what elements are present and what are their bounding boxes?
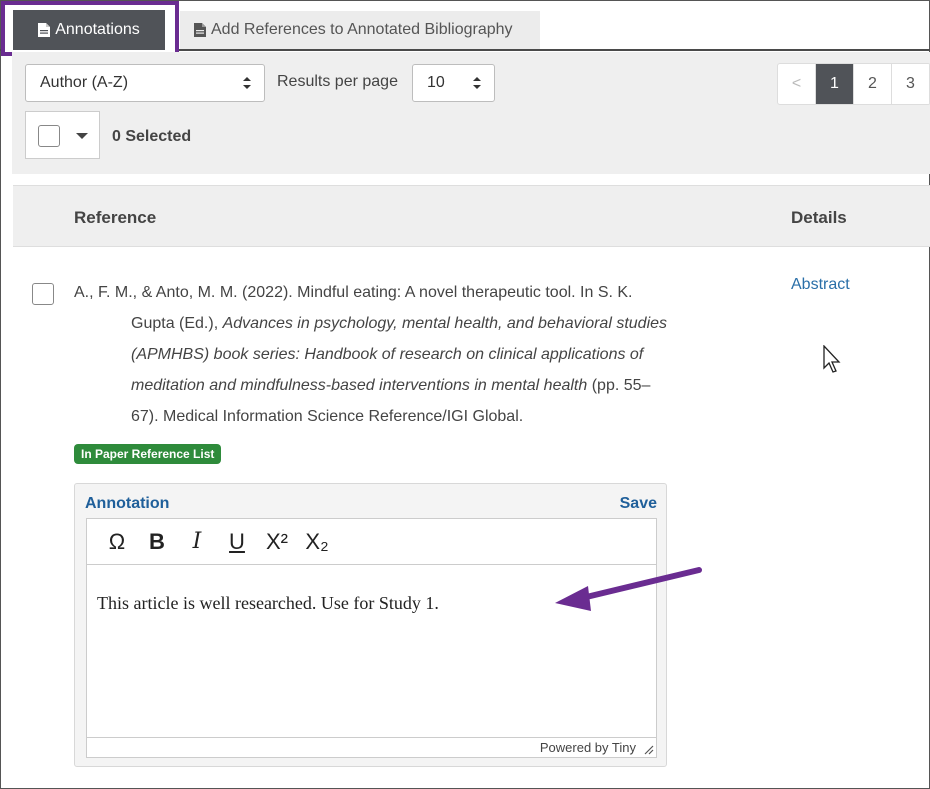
- abstract-link[interactable]: Abstract: [791, 276, 850, 294]
- annotation-label: Annotation: [85, 495, 170, 512]
- citation-title: meditation and mindfulness-based interve…: [131, 377, 588, 394]
- document-icon: [38, 23, 51, 37]
- sort-select-value: Author (A-Z): [40, 74, 129, 91]
- citation-line: A., F. M., & Anto, M. M. (2022). Mindful…: [74, 284, 633, 301]
- editor-statusbar: Powered by Tiny: [87, 737, 656, 757]
- list-toolbar: Author (A-Z) Results per page 10 < 1 2 3…: [12, 52, 930, 174]
- subscript-icon[interactable]: X₂: [297, 524, 337, 560]
- table-header: Reference Details: [13, 185, 930, 247]
- column-header-details: Details: [791, 208, 847, 227]
- select-arrows-icon: [243, 77, 251, 89]
- special-character-icon[interactable]: Ω: [97, 524, 137, 560]
- rich-text-editor: Ω B I U X² X₂ This article is well resea…: [86, 518, 657, 758]
- citation-text: Gupta (Ed.),: [131, 315, 223, 332]
- save-annotation-button[interactable]: Save: [620, 495, 657, 513]
- select-arrows-icon: [473, 77, 481, 89]
- underline-icon[interactable]: U: [217, 524, 257, 560]
- resize-handle-icon[interactable]: [644, 745, 654, 755]
- selected-count: 0 Selected: [112, 128, 192, 145]
- results-per-page-value: 10: [427, 74, 445, 91]
- annotation-text-area[interactable]: This article is well researched. Use for…: [97, 593, 439, 614]
- superscript-icon[interactable]: X²: [257, 524, 297, 560]
- citation-line: 67). Medical Information Science Referen…: [131, 408, 524, 425]
- citation-line: Gupta (Ed.), Advances in psychology, men…: [74, 308, 668, 339]
- reference-citation: A., F. M., & Anto, M. M. (2022). Mindful…: [74, 277, 668, 432]
- tab-bar: Add References to Annotated Bibliography…: [0, 0, 930, 56]
- editor-toolbar: Ω B I U X² X₂: [87, 519, 656, 565]
- bulk-select-dropdown[interactable]: [25, 111, 100, 159]
- pagination-page-2[interactable]: 2: [854, 64, 892, 104]
- pagination: < 1 2 3: [777, 63, 930, 105]
- caret-down-icon: [76, 133, 88, 139]
- reference-row-checkbox[interactable]: [32, 283, 54, 305]
- bold-icon[interactable]: B: [137, 524, 177, 560]
- citation-line: meditation and mindfulness-based interve…: [74, 370, 664, 401]
- mouse-cursor-icon: [823, 345, 841, 373]
- column-header-reference: Reference: [74, 208, 157, 227]
- pagination-page-1[interactable]: 1: [816, 64, 854, 104]
- status-badge: In Paper Reference List: [74, 444, 222, 464]
- citation-text: (pp. 55–: [587, 377, 651, 394]
- results-per-page-label: Results per page: [277, 73, 398, 90]
- tab-annotations[interactable]: Annotations: [13, 10, 165, 50]
- select-all-checkbox[interactable]: [38, 125, 60, 147]
- document-icon: [194, 23, 206, 37]
- pagination-prev[interactable]: <: [778, 64, 816, 104]
- annotation-panel: Annotation Save Ω B I U X² X₂ This artic…: [74, 483, 667, 767]
- citation-line: (APMHBS) book series: Handbook of resear…: [74, 339, 664, 370]
- tab-add-references[interactable]: Add References to Annotated Bibliography: [180, 11, 540, 49]
- powered-by-label: Powered by Tiny: [539, 740, 636, 755]
- tab-add-references-label: Add References to Annotated Bibliography: [211, 21, 513, 38]
- tab-annotations-label: Annotations: [55, 21, 140, 38]
- italic-icon[interactable]: I: [177, 524, 217, 560]
- citation-title: (APMHBS) book series: Handbook of resear…: [131, 346, 644, 363]
- sort-select[interactable]: Author (A-Z): [25, 64, 265, 102]
- citation-title: Advances in psychology, mental health, a…: [222, 315, 668, 332]
- pagination-page-3[interactable]: 3: [892, 64, 930, 104]
- results-per-page-select[interactable]: 10: [412, 64, 495, 102]
